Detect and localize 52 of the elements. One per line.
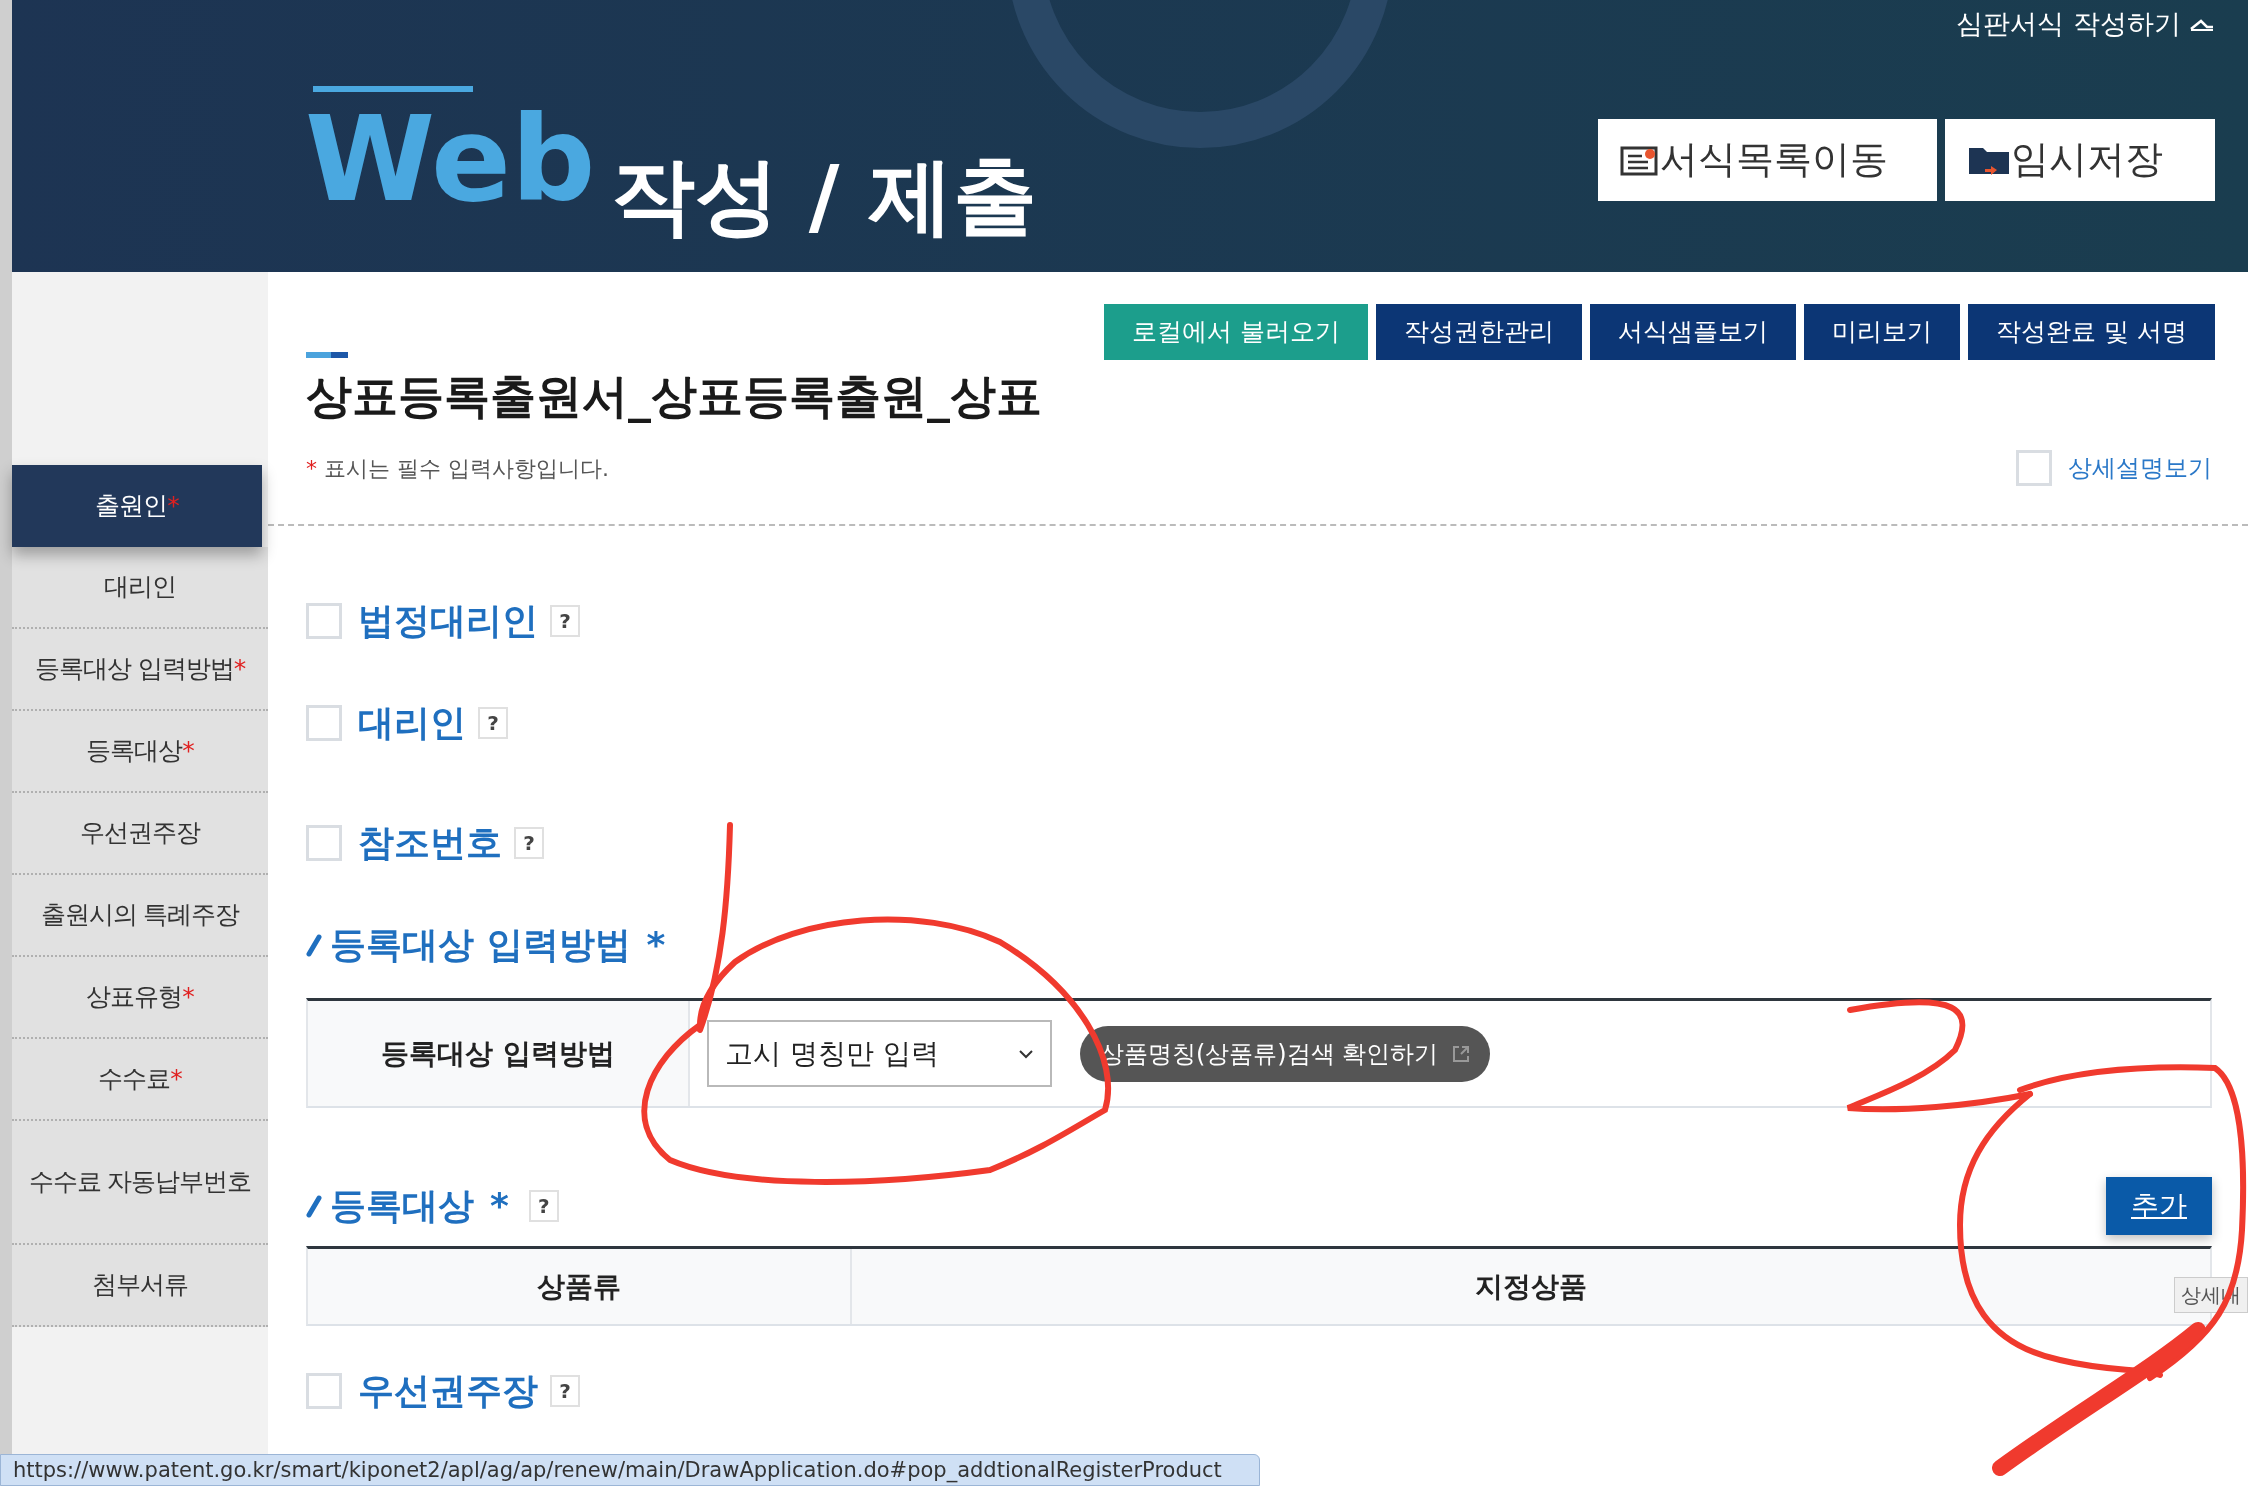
search-button[interactable]: 상품명칭(상품류)검색 확인하기 (1080, 1025, 1491, 1082)
title-accent-bar (306, 352, 348, 358)
section-heading: 등록대상 입력방법 (330, 923, 631, 967)
top-link[interactable]: 심판서식 작성하기 (1956, 4, 2181, 45)
required-mark: * (646, 923, 666, 967)
help-button[interactable]: ? (514, 827, 544, 859)
header-button[interactable]: 서식목록이동 (1598, 118, 1937, 201)
toolbar-button[interactable]: 작성권한관리 (1376, 304, 1583, 360)
logo: Web (305, 92, 596, 228)
required-mark: * (490, 1184, 509, 1228)
sidebar-item[interactable]: 출원인* (12, 465, 262, 547)
help-button[interactable]: ? (550, 1375, 580, 1407)
help-button[interactable]: ? (478, 707, 508, 739)
status-bar: https://www.patent.go.kr/smart/kiponet2/apl/ag/ap/renew/main/DrawApplication.do#pop_addtionalRegisterProduct (0, 1454, 1260, 1486)
toolbar-button[interactable]: 서식샘플보기 (1590, 304, 1797, 360)
sidebar-item[interactable]: 등록대상 입력방법* (12, 629, 268, 711)
add-button[interactable]: 추가 (2106, 1177, 2212, 1235)
sidebar-item[interactable]: 출원시의 특례주장 (12, 875, 268, 957)
help-button[interactable]: ? (528, 1190, 559, 1222)
column-header: 상품류 (308, 1249, 852, 1324)
sidebar-item[interactable]: 대리인 (12, 547, 268, 629)
detail-link[interactable]: 상세설명보기 (2068, 450, 2212, 486)
checkbox[interactable] (306, 1373, 342, 1409)
required-note: * 표시는 필수 입력사항입니다. (306, 454, 609, 483)
header-button[interactable]: 임시저장 (1945, 118, 2215, 201)
chevron-down-icon (1018, 1048, 1034, 1059)
table-header-cell: 등록대상 입력방법 (308, 1001, 690, 1106)
section-label: 우선권주장 (358, 1369, 538, 1413)
sidebar-item[interactable]: 상표유형* (12, 957, 268, 1039)
section-label: 대리인 (358, 701, 466, 745)
pencil-icon (306, 1194, 322, 1218)
help-button[interactable]: ? (550, 605, 580, 637)
arrow-icon (2189, 17, 2215, 32)
pencil-icon (306, 933, 322, 957)
sidebar-item[interactable]: 우선권주장 (12, 793, 268, 875)
sidebar-item[interactable]: 등록대상* (12, 711, 268, 793)
checkbox[interactable] (306, 705, 342, 741)
section-heading: 등록대상 (330, 1184, 474, 1228)
section-label: 법정대리인 (358, 599, 538, 643)
sidebar-item[interactable]: 수수료 자동납부번호 (12, 1121, 268, 1245)
checkbox[interactable] (306, 825, 342, 861)
sidebar-item[interactable]: 수수료* (12, 1039, 268, 1121)
external-link-icon (1452, 1044, 1471, 1063)
toolbar-button[interactable]: 미리보기 (1804, 304, 1961, 360)
toolbar-button[interactable]: 작성완료 및 서명 (1968, 304, 2215, 360)
checkbox[interactable] (2016, 450, 2052, 486)
page-title: 상표등록출원서_상표등록출원_상표 (306, 368, 1043, 424)
section-label: 참조번호 (358, 821, 502, 865)
sidebar-item[interactable]: 첨부서류 (12, 1245, 268, 1327)
checkbox[interactable] (306, 603, 342, 639)
header-title: 작성 / 제출 (611, 154, 1037, 238)
select-field[interactable]: 고시 명칭만 입력 (707, 1020, 1052, 1087)
